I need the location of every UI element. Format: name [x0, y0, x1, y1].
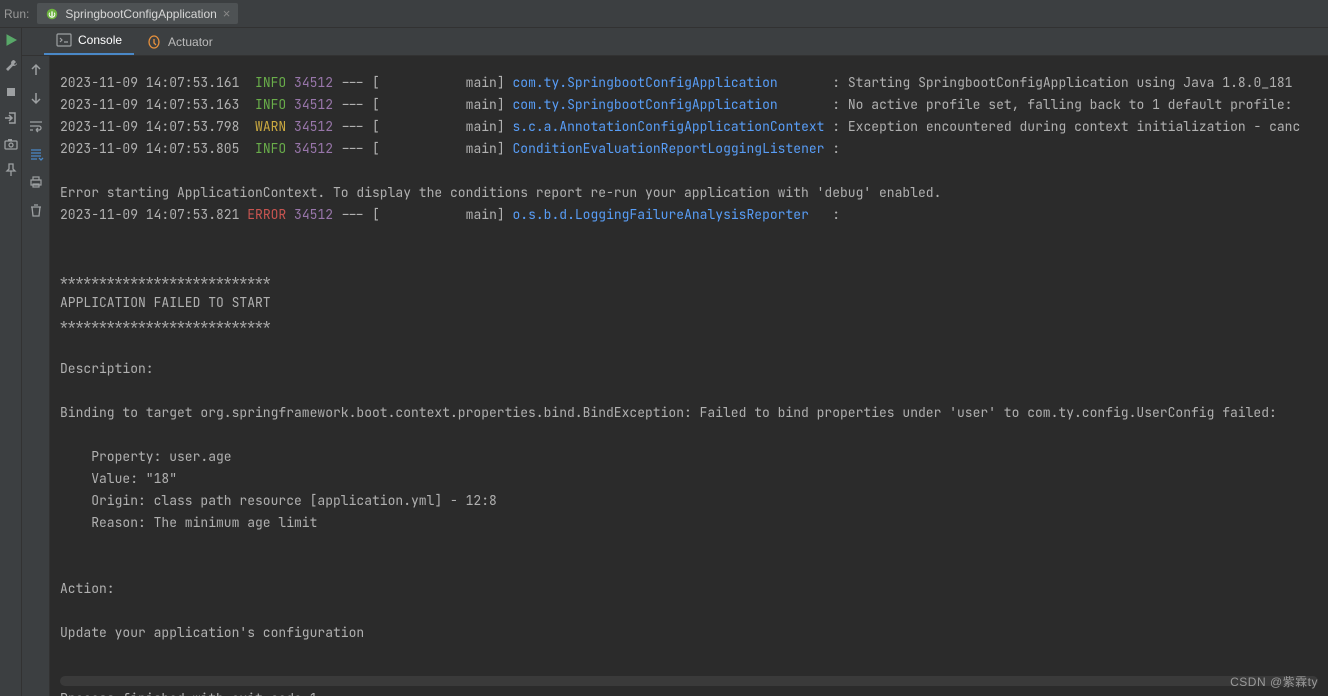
- log-text: Description:: [60, 360, 154, 377]
- watermark: CSDN @紫霖ty: [1230, 673, 1318, 690]
- soft-wrap-icon[interactable]: [28, 118, 44, 134]
- log-level: INFO: [255, 140, 286, 157]
- camera-icon[interactable]: [3, 136, 19, 152]
- log-text: Origin: class path resource [application…: [60, 492, 497, 509]
- log-logger: com.ty.SpringbootConfigApplication: [512, 74, 777, 91]
- run-config-tab[interactable]: SpringbootConfigApplication ×: [37, 3, 238, 24]
- tab-actuator[interactable]: Actuator: [134, 28, 225, 55]
- log-text: Process finished with exit code 1: [60, 690, 317, 696]
- log-text: Action:: [60, 580, 115, 597]
- log-thread: main: [466, 74, 497, 91]
- rerun-icon[interactable]: [3, 32, 19, 48]
- log-text: Error starting ApplicationContext. To di…: [60, 184, 941, 201]
- tab-console[interactable]: Console: [44, 26, 134, 55]
- log-thread: main: [466, 140, 497, 157]
- tab-actuator-label: Actuator: [168, 35, 213, 49]
- log-text: ***************************: [60, 316, 271, 333]
- run-actions-gutter: [0, 28, 22, 696]
- log-ts: 2023-11-09 14:07:53.798: [60, 118, 239, 135]
- arrow-down-icon[interactable]: [28, 90, 44, 106]
- log-ts: 2023-11-09 14:07:53.163: [60, 96, 239, 113]
- log-logger: com.ty.SpringbootConfigApplication: [512, 96, 777, 113]
- wrench-icon[interactable]: [3, 58, 19, 74]
- log-pid: 34512: [294, 140, 333, 157]
- log-msg: : Starting SpringbootConfigApplication u…: [832, 74, 1292, 91]
- run-config-label: SpringbootConfigApplication: [65, 7, 216, 21]
- log-pid: 34512: [294, 96, 333, 113]
- log-msg: : Exception encountered during context i…: [824, 118, 1300, 135]
- log-text: Property: user.age: [60, 448, 232, 465]
- log-logger: o.s.b.d.LoggingFailureAnalysisReporter: [512, 206, 808, 223]
- console-tools-gutter: [22, 56, 50, 696]
- log-level: INFO: [255, 74, 286, 91]
- log-text: APPLICATION FAILED TO START: [60, 294, 271, 311]
- trash-icon[interactable]: [28, 202, 44, 218]
- log-level: WARN: [255, 118, 286, 135]
- scroll-to-end-icon[interactable]: [28, 146, 44, 162]
- log-pid: 34512: [294, 206, 333, 223]
- horizontal-scrollbar[interactable]: [60, 676, 1318, 686]
- exit-icon[interactable]: [3, 110, 19, 126]
- log-text: Update your application's configuration: [60, 624, 364, 641]
- tab-console-label: Console: [78, 33, 122, 47]
- log-ts: 2023-11-09 14:07:53.805: [60, 140, 239, 157]
- log-text: Reason: The minimum age limit: [60, 514, 317, 531]
- log-msg: : No active profile set, falling back to…: [832, 96, 1300, 113]
- log-pid: 34512: [294, 118, 333, 135]
- log-level: INFO: [255, 96, 286, 113]
- log-msg: :: [809, 206, 840, 223]
- log-ts: 2023-11-09 14:07:53.161: [60, 74, 239, 91]
- print-icon[interactable]: [28, 174, 44, 190]
- log-level: ERROR: [247, 206, 286, 223]
- log-thread: main: [466, 206, 497, 223]
- log-text: ***************************: [60, 272, 271, 289]
- log-thread: main: [466, 96, 497, 113]
- close-icon[interactable]: ×: [223, 6, 231, 21]
- log-thread: main: [466, 118, 497, 135]
- log-logger: ConditionEvaluationReportLoggingListener: [512, 140, 824, 157]
- run-label: Run:: [4, 7, 29, 21]
- actuator-icon: [146, 34, 162, 50]
- arrow-up-icon[interactable]: [28, 62, 44, 78]
- log-pid: 34512: [294, 74, 333, 91]
- console-output[interactable]: 2023-11-09 14:07:53.161 INFO 34512 --- […: [50, 56, 1328, 696]
- terminal-icon: [56, 32, 72, 48]
- log-ts: 2023-11-09 14:07:53.821: [60, 206, 239, 223]
- log-text: Value: "18": [60, 470, 177, 487]
- log-msg: :: [824, 140, 840, 157]
- pin-icon[interactable]: [3, 162, 19, 178]
- log-text: Binding to target org.springframework.bo…: [60, 404, 1277, 421]
- log-logger: s.c.a.AnnotationConfigApplicationContext: [512, 118, 824, 135]
- spring-boot-icon: [45, 7, 59, 21]
- stop-icon[interactable]: [3, 84, 19, 100]
